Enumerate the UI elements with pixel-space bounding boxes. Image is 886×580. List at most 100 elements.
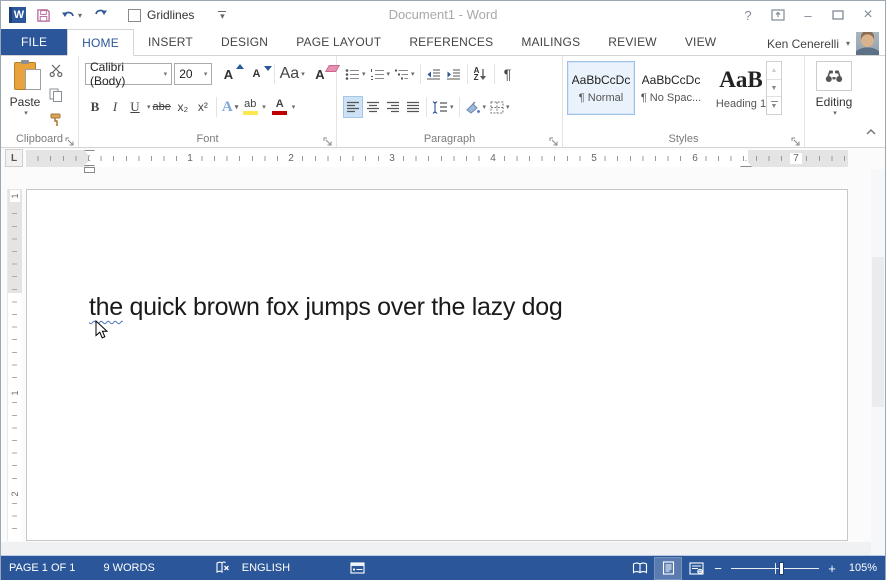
clear-formatting-button[interactable]: A (310, 63, 330, 85)
font-color-button[interactable]: A (270, 96, 290, 118)
tab-file[interactable]: FILE (1, 29, 67, 55)
collapse-ribbon-icon[interactable] (865, 123, 877, 141)
tab-insert[interactable]: INSERT (134, 29, 207, 55)
styles-dialog-launcher-icon[interactable] (791, 134, 801, 144)
strikethrough-button[interactable]: abe (151, 96, 173, 118)
change-case-button[interactable]: Aa▾ (278, 63, 306, 85)
zoom-in-button[interactable]: + (825, 561, 839, 576)
vertical-ruler[interactable]: 1 1 2 (7, 189, 21, 541)
zoom-out-button[interactable]: − (711, 561, 725, 576)
editing-button[interactable]: Editing ▾ (814, 61, 854, 117)
minimize-button[interactable]: – (795, 4, 821, 26)
close-button[interactable]: × (855, 4, 881, 26)
zoom-level[interactable]: 105% (841, 562, 877, 574)
undo-dropdown-icon[interactable]: ▾ (78, 11, 82, 20)
help-button[interactable]: ? (735, 4, 761, 26)
tab-view[interactable]: VIEW (671, 29, 730, 55)
styles-scroll-down-icon[interactable]: ▼ (767, 80, 781, 98)
scrollbar-thumb[interactable] (872, 257, 884, 407)
copy-icon[interactable] (49, 88, 64, 107)
macro-recording-icon[interactable] (344, 556, 371, 580)
print-layout-icon[interactable] (655, 558, 681, 579)
style-no-spacing[interactable]: AaBbCcDc ¶ No Spac... (637, 61, 705, 115)
grow-font-button[interactable]: A (218, 63, 238, 85)
shading-button[interactable]: ▾ (463, 96, 489, 118)
underline-button[interactable]: U (125, 96, 145, 118)
ruler-ticks (26, 156, 848, 161)
zoom-slider[interactable] (731, 558, 819, 579)
shrink-font-button[interactable]: A (246, 63, 266, 85)
horizontal-ruler[interactable]: 1 2 3 4 5 6 7 (26, 150, 848, 167)
tab-page-layout[interactable]: PAGE LAYOUT (282, 29, 395, 55)
avatar[interactable] (856, 32, 879, 55)
tab-stop-selector[interactable]: L (5, 149, 23, 167)
tab-mailings[interactable]: MAILINGS (507, 29, 594, 55)
text-effects-button[interactable]: A▾ (220, 96, 240, 118)
align-center-button[interactable] (363, 96, 383, 118)
increase-indent-button[interactable] (444, 63, 464, 85)
word-app-icon[interactable]: W (9, 7, 26, 23)
gridlines-checkbox[interactable] (128, 9, 141, 22)
word-count[interactable]: 9 WORDS (97, 556, 160, 580)
account-menu[interactable]: Ken Cenerelli ▾ (767, 31, 879, 56)
show-hide-formatting-button[interactable]: ¶ (498, 63, 518, 85)
decrease-indent-button[interactable] (424, 63, 444, 85)
maximize-button[interactable] (825, 4, 851, 26)
gridlines-toggle[interactable]: Gridlines (128, 8, 194, 22)
styles-gallery-more-icon[interactable]: ▼ (767, 97, 781, 114)
styles-scroll-up-icon[interactable]: ▲ (767, 62, 781, 80)
justify-button[interactable] (403, 96, 423, 118)
save-icon[interactable] (36, 8, 51, 23)
tab-home[interactable]: HOME (67, 29, 134, 56)
bullets-button[interactable]: ▾ (343, 63, 368, 85)
bold-button[interactable]: B (85, 96, 105, 118)
paste-dropdown-icon[interactable]: ▾ (24, 109, 28, 117)
font-color-bar (272, 111, 287, 115)
font-size-dropdown-icon[interactable]: ▾ (204, 70, 208, 78)
qat-customize-icon[interactable]: ▾ (218, 11, 226, 19)
document-text[interactable]: the quick brown fox jumps over the lazy … (89, 293, 562, 322)
zoom-slider-thumb[interactable] (779, 562, 784, 575)
grammar-flagged-word[interactable]: the (89, 293, 123, 321)
font-dialog-launcher-icon[interactable] (323, 134, 333, 144)
paragraph-dialog-launcher-icon[interactable] (549, 134, 559, 144)
highlight-button[interactable]: ab (240, 96, 260, 118)
sort-button[interactable]: AZ (471, 63, 491, 85)
borders-button[interactable]: ▾ (488, 96, 512, 118)
read-mode-icon[interactable] (627, 558, 653, 579)
ribbon-display-options-icon[interactable] (765, 4, 791, 26)
multilevel-list-button[interactable]: ▾ (392, 63, 417, 85)
highlight-dropdown-icon[interactable]: ▾ (262, 103, 266, 111)
line-spacing-button[interactable]: ▾ (430, 96, 456, 118)
redo-button[interactable] (92, 6, 108, 25)
page-indicator[interactable]: PAGE 1 OF 1 (3, 556, 81, 580)
clipboard-dialog-launcher-icon[interactable] (65, 134, 75, 144)
style-normal[interactable]: AaBbCcDc ¶ Normal (567, 61, 635, 115)
format-painter-icon[interactable] (49, 113, 64, 132)
numbering-button[interactable]: ▾ (368, 63, 393, 85)
paste-button[interactable]: Paste ▾ (6, 62, 44, 132)
tab-references[interactable]: REFERENCES (395, 29, 507, 55)
font-name-dropdown-icon[interactable]: ▾ (164, 70, 168, 78)
document-page[interactable]: the quick brown fox jumps over the lazy … (26, 189, 848, 541)
line-spacing-icon (432, 101, 448, 114)
subscript-button[interactable]: x₂ (173, 96, 193, 118)
vertical-scrollbar[interactable] (871, 169, 885, 555)
left-indent-marker[interactable] (84, 167, 95, 173)
increase-indent-icon (446, 68, 461, 81)
undo-button[interactable]: ▾ (61, 8, 82, 22)
tab-design[interactable]: DESIGN (207, 29, 282, 55)
font-color-dropdown-icon[interactable]: ▾ (292, 103, 296, 111)
style-heading1[interactable]: AaB Heading 1 (707, 61, 775, 115)
superscript-button[interactable]: x² (193, 96, 213, 118)
font-name-combo[interactable]: Calibri (Body)▾ (85, 63, 172, 85)
web-layout-icon[interactable] (683, 558, 709, 579)
align-left-button[interactable] (343, 96, 363, 118)
italic-button[interactable]: I (105, 96, 125, 118)
align-right-button[interactable] (383, 96, 403, 118)
language-indicator[interactable]: ENGLISH (236, 556, 296, 580)
cut-icon[interactable] (49, 64, 64, 82)
tab-review[interactable]: REVIEW (594, 29, 671, 55)
font-size-combo[interactable]: 20▾ (174, 63, 212, 85)
proofing-status-icon[interactable] (209, 556, 236, 580)
